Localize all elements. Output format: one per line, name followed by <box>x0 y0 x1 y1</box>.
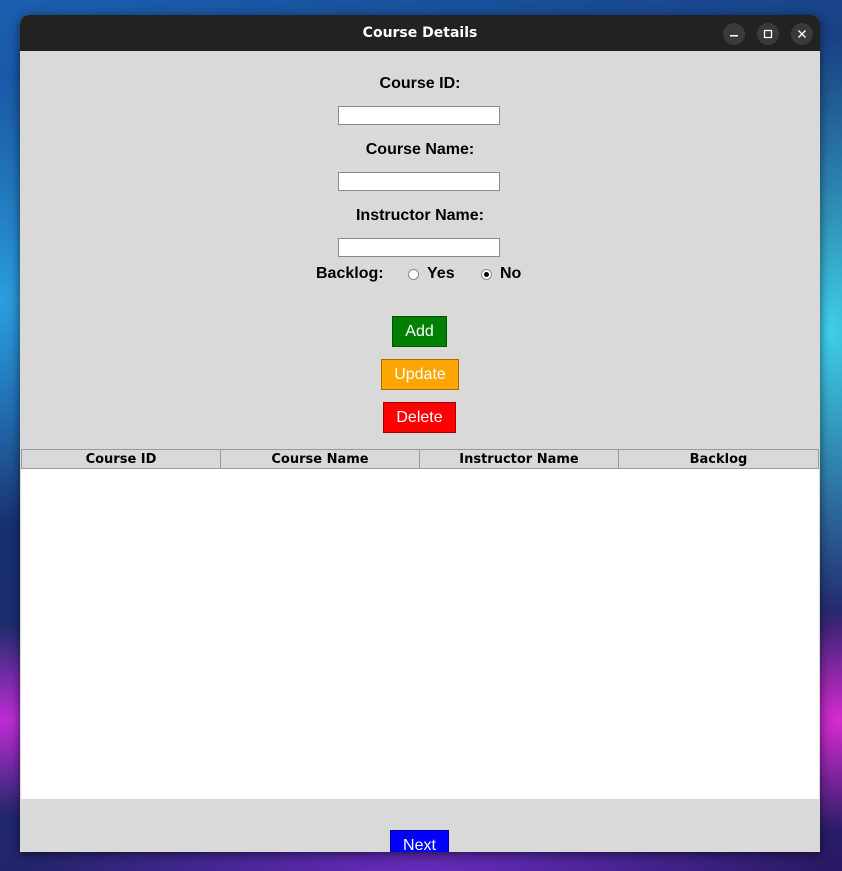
minimize-button[interactable] <box>723 23 745 45</box>
backlog-yes-radio[interactable] <box>408 269 419 280</box>
backlog-label: Backlog: <box>316 265 384 282</box>
maximize-button[interactable] <box>757 23 779 45</box>
instructor-name-label: Instructor Name: <box>355 207 485 224</box>
column-header-instructor-name[interactable]: Instructor Name <box>419 449 619 469</box>
add-button[interactable]: Add <box>392 316 447 347</box>
course-table[interactable]: Course ID Course Name Instructor Name Ba… <box>21 449 819 799</box>
form-area: Course ID: Course Name: Instructor Name:… <box>20 51 820 852</box>
column-header-course-id[interactable]: Course ID <box>21 449 221 469</box>
update-button[interactable]: Update <box>381 359 459 390</box>
instructor-name-input[interactable] <box>338 238 500 257</box>
next-button[interactable]: Next <box>390 830 449 852</box>
course-name-input[interactable] <box>338 172 500 191</box>
backlog-no-radio[interactable] <box>481 269 492 280</box>
course-id-input[interactable] <box>338 106 500 125</box>
table-header: Course ID Course Name Instructor Name Ba… <box>21 449 819 469</box>
backlog-yes-label[interactable]: Yes <box>427 265 455 283</box>
close-button[interactable] <box>791 23 813 45</box>
column-header-backlog[interactable]: Backlog <box>618 449 819 469</box>
close-icon <box>798 30 806 38</box>
radio-selected-dot <box>484 272 489 277</box>
window-title: Course Details <box>362 25 478 41</box>
column-header-course-name[interactable]: Course Name <box>220 449 420 469</box>
course-name-label: Course Name: <box>365 141 475 158</box>
minimize-icon <box>730 35 738 37</box>
title-bar[interactable]: Course Details <box>20 15 820 51</box>
delete-button[interactable]: Delete <box>383 402 456 433</box>
backlog-row: Backlog: Yes No <box>20 264 820 284</box>
backlog-no-label[interactable]: No <box>500 265 521 283</box>
maximize-icon <box>763 29 773 39</box>
course-details-window: Course Details Course ID: Course Name: I… <box>20 15 820 852</box>
course-id-label: Course ID: <box>379 75 461 92</box>
